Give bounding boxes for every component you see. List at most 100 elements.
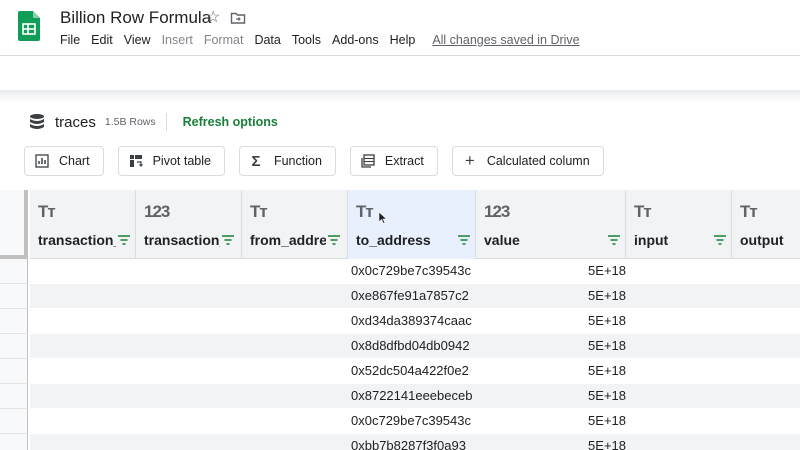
row-number[interactable]: [0, 409, 28, 434]
cell-value[interactable]: 5E+18: [476, 384, 626, 409]
filter-icon[interactable]: [458, 235, 470, 245]
calculated-column-button-label: Calculated column: [486, 154, 590, 168]
pivot-table-button[interactable]: Pivot table: [117, 146, 225, 176]
column-header-output[interactable]: Tт output: [732, 190, 800, 259]
cell-to-address[interactable]: 0xd34da389374caac: [350, 309, 474, 334]
sigma-icon: Σ: [251, 152, 261, 170]
filter-icon[interactable]: [714, 235, 726, 245]
filter-icon[interactable]: [118, 235, 130, 245]
column-header-from-address[interactable]: Tт from_address: [242, 190, 348, 259]
menu-bar: File Edit View Insert Format Data Tools …: [60, 33, 580, 47]
menu-edit[interactable]: Edit: [91, 33, 113, 47]
cell-to-address[interactable]: 0x8722141eeebeceb: [350, 384, 474, 409]
column-header-input[interactable]: Tт input: [626, 190, 732, 259]
cell-to-address[interactable]: 0x0c729be7c39543c: [350, 259, 474, 284]
cell-value[interactable]: 5E+18: [476, 409, 626, 434]
menu-view[interactable]: View: [124, 33, 151, 47]
move-to-folder-icon[interactable]: [230, 10, 246, 26]
column-header-to-address[interactable]: Tт to_address: [348, 190, 476, 259]
menu-tools[interactable]: Tools: [292, 33, 321, 47]
text-type-icon: Tт: [250, 202, 268, 221]
row-number[interactable]: [0, 434, 28, 450]
cell-value[interactable]: 5E+18: [476, 334, 626, 359]
plus-icon: +: [464, 151, 475, 170]
table-row: 0xd34da389374caac 5E+18: [30, 309, 800, 334]
row-number[interactable]: [0, 384, 28, 409]
cell-to-address[interactable]: 0x8d8dfbd04db0942: [350, 334, 474, 359]
save-status-link[interactable]: All changes saved in Drive: [432, 33, 579, 47]
row-number[interactable]: [0, 259, 28, 284]
column-header-transaction-index[interactable]: 123 transaction_index: [136, 190, 242, 259]
panel-shadow: [0, 90, 800, 102]
row-number[interactable]: [0, 359, 28, 384]
menu-help[interactable]: Help: [390, 33, 416, 47]
cell-value[interactable]: 5E+18: [476, 284, 626, 309]
extract-button[interactable]: Extract: [349, 146, 438, 176]
column-header-value[interactable]: 123 value: [476, 190, 626, 259]
document-title[interactable]: Billion Row Formula: [60, 8, 211, 28]
extract-icon: [361, 154, 375, 168]
pivot-table-icon: [129, 155, 143, 167]
column-name: from_address: [250, 232, 326, 248]
row-number[interactable]: [0, 309, 28, 334]
function-button-label: Function: [273, 154, 322, 168]
mouse-pointer-icon: [379, 212, 387, 224]
chart-icon: [35, 154, 49, 168]
row-count: 1.5B Rows: [104, 116, 156, 128]
column-name: output: [740, 232, 784, 248]
cell-value[interactable]: 5E+18: [476, 259, 626, 284]
cell-value[interactable]: 5E+18: [476, 359, 626, 384]
text-type-icon: Tт: [740, 202, 758, 221]
function-button[interactable]: Σ Function: [238, 146, 336, 176]
action-toolbar: Chart Pivot table Σ Function Extract + C…: [24, 146, 604, 176]
column-header-transaction-hash[interactable]: Tт transaction_hash: [30, 190, 136, 259]
column-name: input: [634, 232, 669, 248]
table-row: 0x0c729be7c39543c 5E+18: [30, 259, 800, 284]
cell-value[interactable]: 5E+18: [476, 309, 626, 334]
menu-insert[interactable]: Insert: [162, 33, 193, 47]
column-header-row: Tт transaction_hash 123 transaction_inde…: [30, 190, 800, 259]
calculated-column-button[interactable]: + Calculated column: [451, 146, 604, 176]
toolbar: [0, 56, 800, 92]
cell-to-address[interactable]: 0xe867fe91a7857c2: [350, 284, 474, 309]
cell-to-address[interactable]: 0x52dc504a422f0e2: [350, 359, 474, 384]
table-row: 0x8722141eeebeceb 5E+18: [30, 384, 800, 409]
cell-value[interactable]: 5E+18: [476, 434, 626, 450]
menu-data[interactable]: Data: [254, 33, 280, 47]
data-source-header: traces 1.5B Rows Refresh options: [28, 112, 278, 132]
table-row: 0x0c729be7c39543c 5E+18: [30, 409, 800, 434]
select-all-corner[interactable]: [0, 190, 28, 259]
chart-button-label: Chart: [59, 154, 90, 168]
menu-format[interactable]: Format: [204, 33, 244, 47]
refresh-options-button[interactable]: Refresh options: [183, 115, 278, 129]
table-row: 0x52dc504a422f0e2 5E+18: [30, 359, 800, 384]
column-name: to_address: [356, 232, 431, 248]
menu-add-ons[interactable]: Add-ons: [332, 33, 379, 47]
table-row: 0xe867fe91a7857c2 5E+18: [30, 284, 800, 309]
database-icon: [30, 114, 44, 129]
filter-icon[interactable]: [328, 235, 340, 245]
source-name: traces: [55, 113, 96, 131]
row-number[interactable]: [0, 334, 28, 359]
menu-file[interactable]: File: [60, 33, 80, 47]
filter-icon[interactable]: [608, 235, 620, 245]
row-number[interactable]: [0, 284, 28, 309]
cell-to-address[interactable]: 0xbb7b8287f3f0a93: [350, 434, 474, 450]
chart-button[interactable]: Chart: [24, 146, 104, 176]
text-type-icon: Tт: [356, 202, 374, 221]
pivot-table-button-label: Pivot table: [152, 154, 211, 168]
column-name: transaction_hash: [38, 232, 116, 248]
number-type-icon: 123: [144, 202, 170, 221]
text-type-icon: Tт: [634, 202, 652, 221]
cell-to-address[interactable]: 0x0c729be7c39543c: [350, 409, 474, 434]
sheets-logo-icon[interactable]: [18, 11, 40, 41]
number-type-icon: 123: [484, 202, 510, 221]
filter-icon[interactable]: [222, 235, 234, 245]
table-row: 0xbb7b8287f3f0a93 5E+18: [30, 434, 800, 450]
data-grid: Tт transaction_hash 123 transaction_inde…: [0, 190, 800, 450]
star-icon[interactable]: ☆: [206, 9, 220, 27]
column-name: transaction_index: [144, 232, 220, 248]
column-name: value: [484, 232, 520, 248]
title-bar: Billion Row Formula ☆ File Edit View Ins…: [0, 0, 800, 56]
extract-button-label: Extract: [384, 154, 424, 168]
